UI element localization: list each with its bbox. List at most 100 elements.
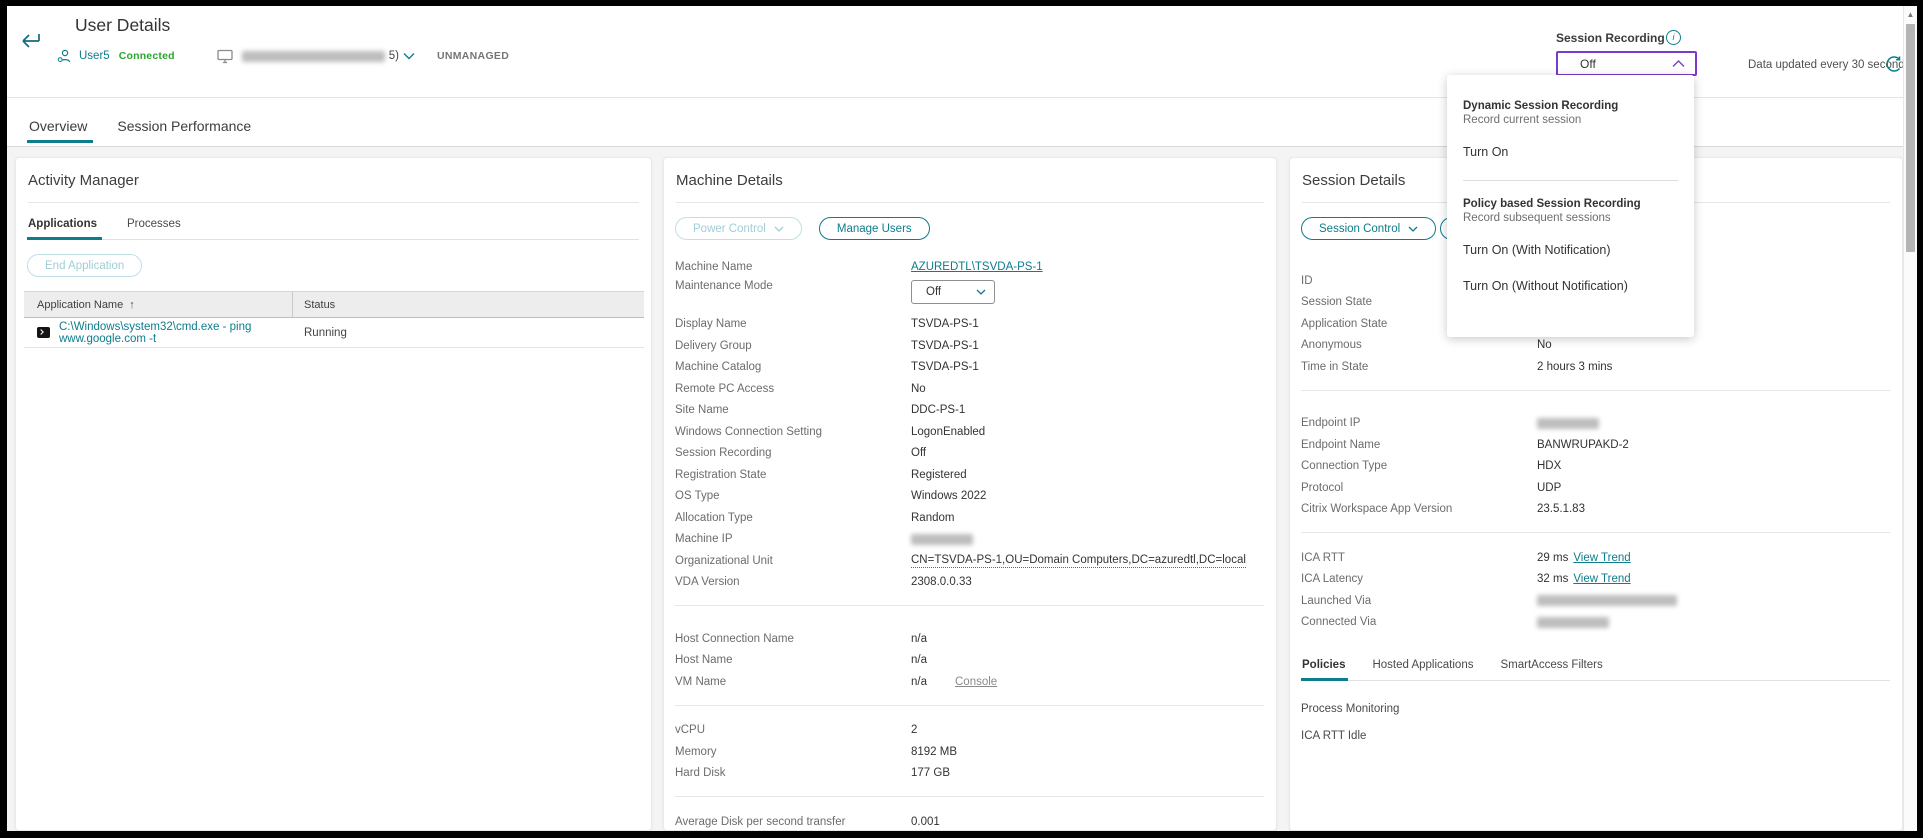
- session-control-button[interactable]: Session Control: [1301, 217, 1436, 240]
- row-value-wrap: Registered: [911, 469, 967, 481]
- row-value: HDX: [1537, 460, 1561, 472]
- detail-row: AnonymousNo: [1301, 335, 1890, 357]
- row-value: TSVDA-PS-1: [911, 340, 979, 352]
- detail-row: VDA Version2308.0.0.33: [675, 572, 1264, 594]
- chevron-down-icon: [976, 289, 986, 295]
- unmanaged-label: UNMANAGED: [437, 50, 509, 62]
- row-value: Off: [911, 447, 926, 459]
- info-icon[interactable]: i: [1666, 30, 1681, 45]
- row-value-wrap: TSVDA-PS-1: [911, 318, 979, 330]
- row-label: Citrix Workspace App Version: [1301, 503, 1537, 515]
- detail-row: Machine CatalogTSVDA-PS-1: [675, 357, 1264, 379]
- scroll-up-arrow-icon[interactable]: ▲: [1904, 10, 1917, 19]
- tab-hosted-applications[interactable]: Hosted Applications: [1371, 659, 1474, 680]
- maintenance-mode-select[interactable]: Off: [911, 280, 995, 304]
- detail-row: Display NameTSVDA-PS-1: [675, 314, 1264, 336]
- application-link[interactable]: C:\Windows\system32\cmd.exe - ping www.g…: [59, 321, 293, 345]
- back-arrow-icon[interactable]: [20, 30, 44, 50]
- machine-buttons-row: Power Control Manage Users: [675, 217, 1276, 240]
- row-value: BANWRUPAKD-2: [1537, 439, 1629, 451]
- sort-ascending-icon: ↑: [129, 299, 135, 311]
- row-label: Display Name: [675, 318, 911, 330]
- user-icon: [57, 49, 72, 64]
- cmd-icon: [37, 327, 50, 338]
- view-trend-link[interactable]: View Trend: [1573, 552, 1630, 564]
- tab-applications[interactable]: Applications: [27, 218, 98, 239]
- row-label: Anonymous: [1301, 339, 1537, 351]
- row-label: Time in State: [1301, 361, 1537, 373]
- row-value-link[interactable]: AZUREDTL\TSVDA-PS-1: [911, 261, 1043, 273]
- detail-row: Host Namen/a: [675, 650, 1264, 672]
- redacted-value: [1537, 595, 1677, 606]
- policy-item: ICA RTT Idle: [1301, 730, 1890, 742]
- menu-item-turn-on[interactable]: Turn On: [1463, 145, 1678, 159]
- row-label: Connection Type: [1301, 460, 1537, 472]
- detail-row: Site NameDDC-PS-1: [675, 400, 1264, 422]
- power-control-button[interactable]: Power Control: [675, 217, 802, 240]
- session-sub-tabs: Policies Hosted Applications SmartAccess…: [1301, 659, 1890, 681]
- row-value-wrap: [911, 534, 973, 545]
- row-value-wrap: 8192 MB: [911, 746, 957, 758]
- session-recording-menu: Dynamic Session Recording Record current…: [1447, 75, 1694, 337]
- tab-policies[interactable]: Policies: [1301, 659, 1346, 680]
- tab-session-performance[interactable]: Session Performance: [117, 118, 251, 146]
- divider: [675, 705, 1264, 706]
- row-label: Allocation Type: [675, 512, 911, 524]
- tab-smartaccess-filters[interactable]: SmartAccess Filters: [1499, 659, 1603, 680]
- detail-row: Time in State2 hours 3 mins: [1301, 356, 1890, 378]
- view-trend-link[interactable]: View Trend: [1573, 573, 1630, 585]
- console-link[interactable]: Console: [955, 676, 997, 688]
- menu-item-turn-on-without-notification[interactable]: Turn On (Without Notification): [1463, 279, 1678, 293]
- redacted-value: [1537, 617, 1609, 628]
- detail-row: Session RecordingOff: [675, 443, 1264, 465]
- tab-processes[interactable]: Processes: [126, 218, 182, 239]
- row-value: n/a: [911, 676, 927, 688]
- tab-overview[interactable]: Overview: [29, 118, 87, 146]
- user-summary-row: User5 Connected 5) UNMANAGED: [57, 46, 509, 66]
- row-label: Machine IP: [675, 533, 911, 545]
- divider: [1301, 390, 1890, 391]
- detail-row: Hard Disk177 GB: [675, 763, 1264, 785]
- detail-row: Endpoint IP: [1301, 413, 1890, 435]
- row-value: 2308.0.0.33: [911, 576, 972, 588]
- row-label: Launched Via: [1301, 595, 1537, 607]
- activity-tabs: Applications Processes: [27, 218, 639, 240]
- end-application-button[interactable]: End Application: [27, 254, 142, 277]
- refresh-icon[interactable]: [1885, 55, 1903, 78]
- machine-selector-chevron-down-icon[interactable]: [403, 52, 415, 60]
- menu-item-turn-on-with-notification[interactable]: Turn On (With Notification): [1463, 243, 1678, 257]
- row-label: Host Name: [675, 654, 911, 666]
- detail-row: vCPU2: [675, 720, 1264, 742]
- row-value: 2 hours 3 mins: [1537, 361, 1612, 373]
- row-label: Endpoint Name: [1301, 439, 1537, 451]
- detail-row: Connection TypeHDX: [1301, 456, 1890, 478]
- vertical-scrollbar[interactable]: ▲: [1903, 6, 1917, 831]
- row-value-wrap: Off: [911, 447, 926, 459]
- row-value: CN=TSVDA-PS-1,OU=Domain Computers,DC=azu…: [911, 554, 1246, 568]
- row-label: Maintenance Mode: [675, 280, 911, 292]
- machine-details-panel: Machine Details Power Control Manage Use…: [663, 157, 1277, 831]
- row-label: Host Connection Name: [675, 633, 911, 645]
- row-label: ICA RTT: [1301, 552, 1537, 564]
- detail-row: ICA Latency32 msView Trend: [1301, 569, 1890, 591]
- power-control-label: Power Control: [693, 223, 766, 235]
- row-value-wrap: 0.001: [911, 816, 940, 828]
- detail-row: Launched Via: [1301, 590, 1890, 612]
- session-recording-dropdown[interactable]: Off: [1556, 51, 1697, 76]
- detail-row: Remote PC AccessNo: [675, 378, 1264, 400]
- menu-group-subtitle: Record current session: [1463, 114, 1678, 126]
- session-recording-value: Off: [1580, 57, 1672, 71]
- divider: [675, 796, 1264, 797]
- column-header-application-name[interactable]: Application Name ↑: [24, 292, 293, 317]
- scrollbar-thumb[interactable]: [1906, 24, 1915, 252]
- row-value-wrap: No: [911, 383, 926, 395]
- detail-row: Host Connection Namen/a: [675, 628, 1264, 650]
- row-value-wrap: 29 msView Trend: [1537, 552, 1631, 564]
- detail-row: Machine IP: [675, 529, 1264, 551]
- connection-status-badge: Connected: [119, 50, 175, 62]
- row-value: DDC-PS-1: [911, 404, 965, 416]
- session-control-label: Session Control: [1319, 223, 1400, 235]
- detail-row: Average Disk per second transfer0.001: [675, 811, 1264, 831]
- row-value-wrap: n/a: [911, 654, 927, 666]
- manage-users-button[interactable]: Manage Users: [819, 217, 930, 240]
